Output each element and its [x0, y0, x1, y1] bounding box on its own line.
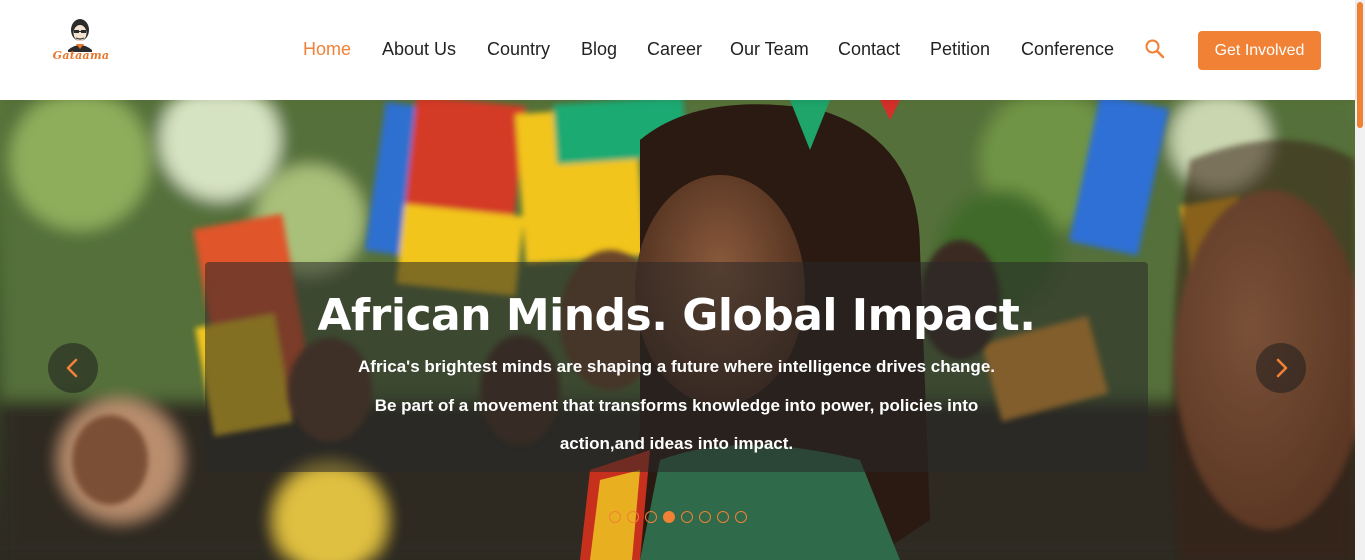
hero-subtitle-line: Be part of a movement that transforms kn… [374, 395, 979, 415]
hero-subtitle-line: Africa's brightest minds are shaping a f… [358, 357, 995, 376]
chevron-right-icon [1276, 358, 1288, 378]
carousel-dot[interactable] [735, 511, 747, 523]
hero-subtitle: Africa's brightest minds are shaping a f… [355, 348, 998, 464]
carousel-dot-active[interactable] [663, 511, 675, 523]
carousel-dot[interactable] [681, 511, 693, 523]
carousel-dot[interactable] [609, 511, 621, 523]
page: Gataama Home About Us Country Blog Caree… [0, 0, 1365, 560]
get-involved-button[interactable]: Get Involved [1198, 31, 1321, 70]
nav-petition[interactable]: Petition [930, 39, 990, 60]
nav-our-team[interactable]: Our Team [730, 39, 809, 60]
carousel-dot[interactable] [699, 511, 711, 523]
search-icon[interactable] [1144, 38, 1166, 60]
carousel-dot[interactable] [717, 511, 729, 523]
hero-caption: African Minds. Global Impact. Africa's b… [205, 262, 1148, 472]
nav-blog[interactable]: Blog [581, 39, 617, 60]
main-nav: Home About Us Country Blog Career Our Te… [0, 0, 1355, 100]
chevron-left-icon [66, 358, 78, 378]
carousel-dot[interactable] [627, 511, 639, 523]
nav-conference[interactable]: Conference [1021, 39, 1114, 60]
nav-contact[interactable]: Contact [838, 39, 900, 60]
nav-about-us[interactable]: About Us [382, 39, 456, 60]
carousel-next-button[interactable] [1256, 343, 1306, 393]
nav-home[interactable]: Home [303, 39, 351, 60]
nav-country[interactable]: Country [487, 39, 550, 60]
site-header: Gataama Home About Us Country Blog Caree… [0, 0, 1355, 100]
nav-career[interactable]: Career [647, 39, 702, 60]
page-scrollbar-thumb[interactable] [1357, 2, 1363, 128]
hero-title: African Minds. Global Impact. [317, 290, 1036, 341]
carousel-dot[interactable] [645, 511, 657, 523]
carousel-prev-button[interactable] [48, 343, 98, 393]
hero-subtitle-line: action,and ideas into impact. [559, 434, 794, 453]
hero-carousel: African Minds. Global Impact. Africa's b… [0, 100, 1355, 560]
